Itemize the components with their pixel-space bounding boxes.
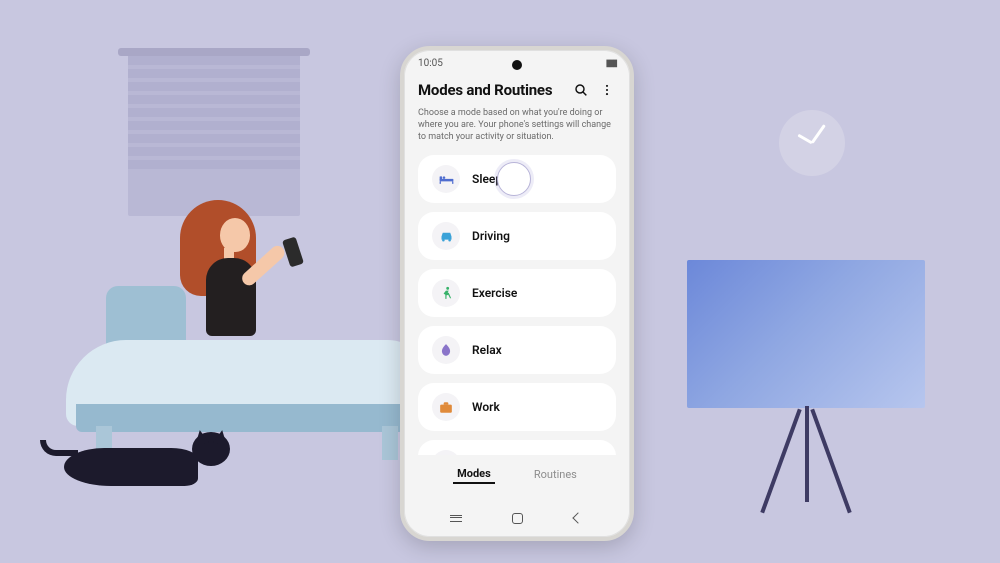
tab-routines[interactable]: Routines	[530, 466, 581, 483]
nav-recent-button[interactable]	[447, 511, 465, 525]
mode-label: Work	[472, 400, 500, 414]
driving-icon	[432, 222, 460, 250]
mode-label: Exercise	[472, 286, 517, 300]
cat	[64, 432, 234, 488]
mode-label: Relax	[472, 343, 502, 357]
status-time: 10:05	[418, 58, 443, 69]
relax-icon	[432, 336, 460, 364]
mode-label: Sleep	[472, 172, 502, 186]
sleep-icon	[432, 165, 460, 193]
exercise-icon	[432, 279, 460, 307]
more-icon[interactable]	[598, 81, 616, 99]
system-nav-bar	[404, 505, 630, 531]
window-blinds	[128, 56, 300, 216]
person-on-phone	[180, 200, 256, 296]
screen: Modes and Routines Choose a mode based o…	[404, 71, 630, 488]
work-icon	[432, 393, 460, 421]
status-signal-icon: ▮▮▮	[605, 58, 616, 69]
nav-back-button[interactable]	[569, 511, 587, 525]
phone-frame: 10:05 ▮▮▮ Modes and Routines Choose a mo…	[400, 46, 634, 541]
modes-list: Sleep Driving Exercise Relax	[418, 155, 616, 455]
mode-item-relax[interactable]: Relax	[418, 326, 616, 374]
mode-item-exercise[interactable]: Exercise	[418, 269, 616, 317]
page-title: Modes and Routines	[418, 81, 564, 99]
camera-notch	[512, 60, 522, 70]
nav-home-button[interactable]	[508, 511, 526, 525]
bottom-tabs: Modes Routines	[418, 455, 616, 488]
tab-modes[interactable]: Modes	[453, 465, 495, 484]
page-subtitle: Choose a mode based on what you're doing…	[418, 107, 616, 143]
mode-label: Driving	[472, 229, 510, 243]
tv	[687, 260, 925, 408]
mode-item-sleep[interactable]: Sleep	[418, 155, 616, 203]
mode-item-add[interactable]: Add mode	[418, 440, 616, 455]
wall-clock	[779, 110, 845, 176]
mode-item-work[interactable]: Work	[418, 383, 616, 431]
mode-item-driving[interactable]: Driving	[418, 212, 616, 260]
search-icon[interactable]	[572, 81, 590, 99]
